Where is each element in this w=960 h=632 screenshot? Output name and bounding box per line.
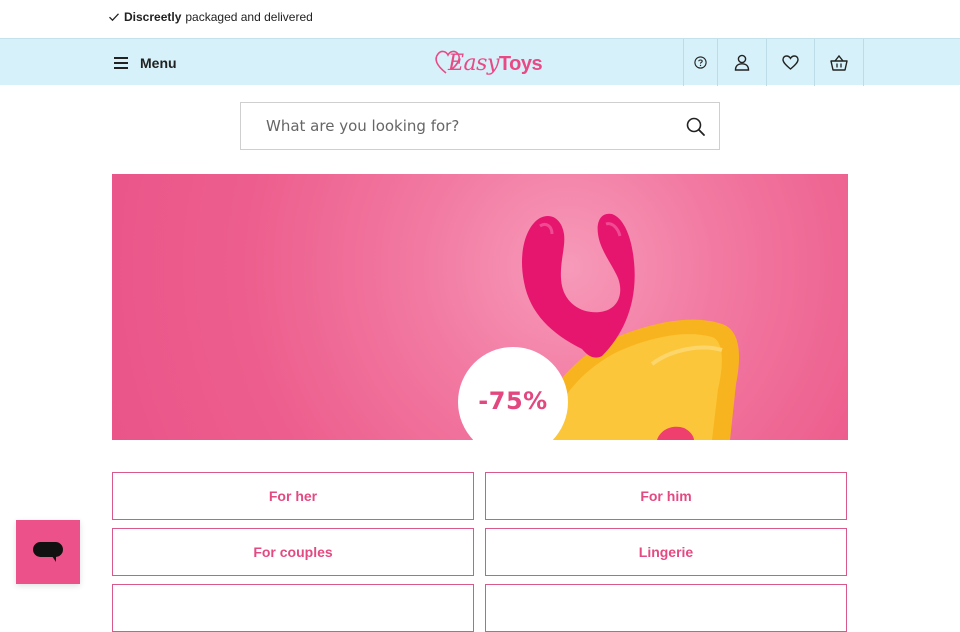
chat-button[interactable] [16,520,80,584]
account-button[interactable] [717,39,766,86]
category-button[interactable] [485,584,847,632]
logo-easy: Easy [448,51,499,76]
category-for-couples[interactable]: For couples [112,528,474,576]
promo-banner[interactable]: -75% [112,174,848,440]
search-input[interactable] [241,103,671,149]
site-logo[interactable]: EasyToys [432,45,543,79]
usp-item: Discreetly packaged and delivered [108,10,313,24]
account-icon [734,54,750,71]
category-lingerie[interactable]: Lingerie [485,528,847,576]
search-icon[interactable] [685,116,707,138]
menu-button[interactable]: Menu [114,49,177,77]
hamburger-icon [114,57,128,69]
basket-icon [830,54,848,71]
header-icons [683,39,864,86]
chat-icon [33,542,63,562]
search-box [240,102,720,150]
menu-label: Menu [140,55,177,71]
usp-bar: Discreetly packaged and delivered [0,0,960,38]
discount-label: -75% [478,387,548,415]
help-button[interactable] [683,39,717,86]
wishlist-button[interactable] [766,39,814,86]
basket-button[interactable] [814,39,864,86]
logo-toys: Toys [498,53,543,75]
usp-text: packaged and delivered [185,10,313,24]
heart-icon [782,55,799,70]
category-for-him[interactable]: For him [485,472,847,520]
category-button[interactable] [112,584,474,632]
header-inner: Menu EasyToys [96,39,864,86]
help-icon [694,56,707,69]
site-header: Menu EasyToys [0,38,960,86]
category-for-her[interactable]: For her [112,472,474,520]
logo-wordmark: EasyToys [448,51,543,76]
usp-bold-text: Discreetly [124,10,182,24]
check-icon [109,13,119,22]
